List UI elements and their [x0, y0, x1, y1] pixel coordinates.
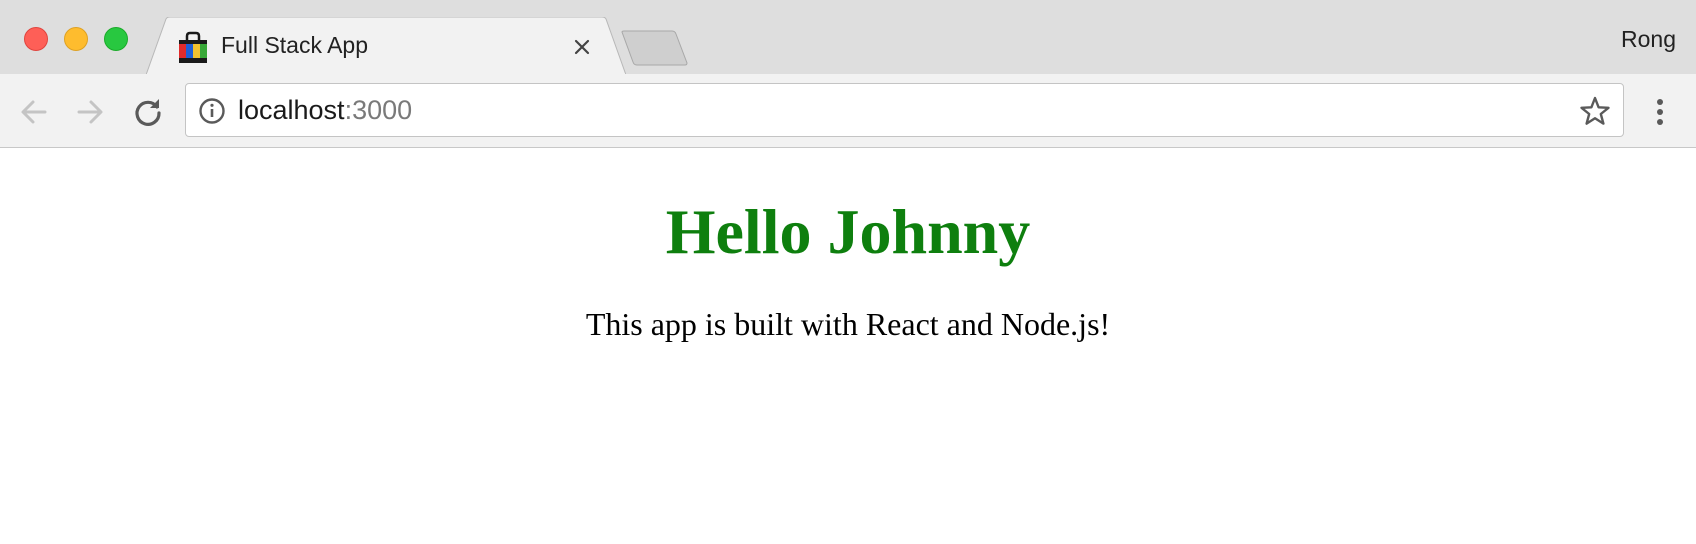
vertical-ellipsis-icon[interactable]	[1650, 96, 1670, 128]
page-subtitle: This app is built with React and Node.js…	[585, 305, 1111, 342]
window-minimize-button[interactable]	[64, 27, 88, 51]
star-icon[interactable]	[1579, 95, 1611, 127]
new-tab-button[interactable]	[620, 30, 690, 66]
page-content: Hello Johnny This app is built with Reac…	[0, 149, 1696, 544]
arrow-left-icon[interactable]	[18, 96, 50, 128]
reload-icon[interactable]	[132, 96, 164, 128]
browser-toolbar: localhost:3000	[0, 74, 1696, 148]
tab-title: Full Stack App	[221, 32, 369, 58]
shopping-bag-icon	[179, 31, 207, 63]
tab-full-stack-app[interactable]: Full Stack App	[146, 17, 626, 75]
page-heading: Hello Johnny	[665, 196, 1031, 267]
profile-name[interactable]: Rong	[1621, 26, 1676, 53]
url-port: :3000	[344, 95, 413, 125]
info-icon[interactable]	[198, 97, 226, 125]
window-maximize-button[interactable]	[104, 27, 128, 51]
tab-background	[146, 17, 626, 75]
url-text[interactable]: localhost:3000	[238, 95, 412, 126]
address-bar[interactable]: localhost:3000	[185, 83, 1624, 137]
tab-strip: Full Stack App Rong	[0, 0, 1696, 75]
window-close-button[interactable]	[24, 27, 48, 51]
close-tab-icon[interactable]	[570, 35, 594, 59]
url-host: localhost	[238, 95, 345, 125]
arrow-right-icon[interactable]	[74, 96, 106, 128]
